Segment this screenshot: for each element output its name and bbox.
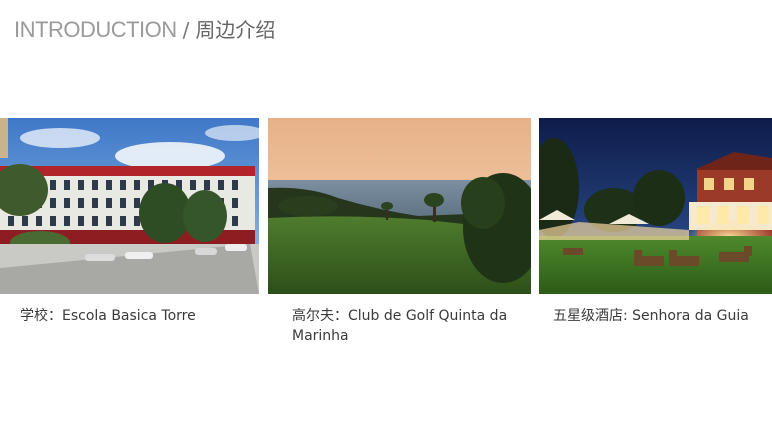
school-caption: 学校：Escola Basica Torre bbox=[20, 308, 196, 324]
golf-caption: 高尔夫：Club de Golf Quinta da Marinha bbox=[292, 308, 508, 344]
golf-course-photo bbox=[268, 118, 531, 294]
school-photo bbox=[0, 118, 259, 294]
hotel-photo bbox=[539, 118, 772, 294]
page-header: INTRODUCTION / 周边介绍 bbox=[14, 14, 275, 44]
page-title-en: INTRODUCTION bbox=[14, 17, 177, 42]
title-separator: / bbox=[182, 18, 190, 42]
hotel-caption: 五星级酒店: Senhora da Guia bbox=[553, 308, 749, 324]
page-title-cn: 周边介绍 bbox=[195, 18, 276, 42]
